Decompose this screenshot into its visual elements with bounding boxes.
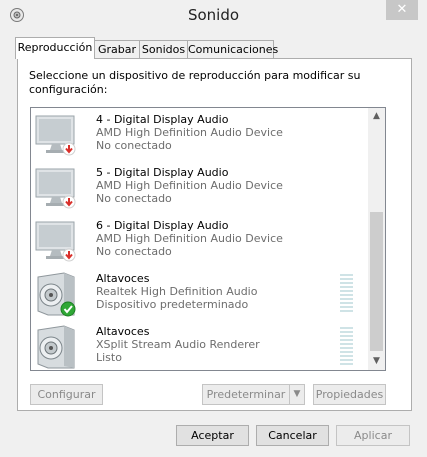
device-status: Listo <box>96 351 122 364</box>
level-meter-segment <box>340 294 353 296</box>
level-meter-segment <box>340 327 353 329</box>
level-meter-segment <box>340 302 353 304</box>
close-button[interactable]: ✕ <box>386 0 418 20</box>
device-status: No conectado <box>96 139 172 152</box>
tab-comunicaciones[interactable]: Comunicaciones <box>187 40 278 58</box>
speaker-device-icon <box>37 272 76 317</box>
device-description: XSplit Stream Audio Renderer <box>96 338 260 351</box>
device-list[interactable]: 4 - Digital Display Audio AMD High Defin… <box>30 107 386 371</box>
device-description: AMD High Definition Audio Device <box>96 179 283 192</box>
level-meter-segment <box>340 290 353 292</box>
scroll-up-arrow[interactable]: ▲ <box>368 108 385 125</box>
tab-reproduccion[interactable]: Reproducción <box>15 37 95 59</box>
accept-button[interactable]: Aceptar <box>176 425 249 446</box>
scroll-down-arrow[interactable]: ▼ <box>368 353 385 370</box>
list-item[interactable]: 5 - Digital Display Audio AMD High Defin… <box>31 163 365 216</box>
scroll-thumb[interactable] <box>370 212 383 351</box>
device-status: Dispositivo predeterminado <box>96 298 249 311</box>
level-meter <box>340 327 353 367</box>
level-meter-segment <box>340 274 353 276</box>
tab-sonidos[interactable]: Sonidos <box>139 40 188 58</box>
list-item[interactable]: 6 - Digital Display Audio AMD High Defin… <box>31 216 365 269</box>
list-item[interactable]: Altavoces XSplit Stream Audio Renderer L… <box>31 322 365 370</box>
title-bar: Sonido ✕ <box>0 0 427 30</box>
level-meter <box>340 274 353 314</box>
level-meter-segment <box>340 282 353 284</box>
level-meter-segment <box>340 343 353 345</box>
apply-button[interactable]: Aplicar <box>336 425 410 446</box>
list-item[interactable]: Altavoces Realtek High Definition Audio … <box>31 269 365 322</box>
level-meter-segment <box>340 306 353 308</box>
level-meter-segment <box>340 351 353 353</box>
device-name: Altavoces <box>96 325 150 338</box>
device-description: Realtek High Definition Audio <box>96 285 258 298</box>
level-meter-segment <box>340 363 353 365</box>
scrollbar[interactable]: ▲ ▼ <box>368 108 385 370</box>
device-name: Altavoces <box>96 272 150 285</box>
set-default-button[interactable]: Predeterminar <box>202 384 290 405</box>
level-meter-segment <box>340 359 353 361</box>
monitor-icon <box>35 221 76 262</box>
tab-grabar[interactable]: Grabar <box>94 40 140 58</box>
level-meter-segment <box>340 310 353 312</box>
level-meter-segment <box>340 335 353 337</box>
level-meter-segment <box>340 339 353 341</box>
tab-panel: Seleccione un dispositivo de reproducció… <box>17 58 412 411</box>
device-name: 5 - Digital Display Audio <box>96 166 229 179</box>
set-default-dropdown[interactable]: ▼ <box>289 384 305 405</box>
chevron-down-icon: ▼ <box>293 389 301 399</box>
properties-button[interactable]: Propiedades <box>313 384 386 405</box>
device-description: AMD High Definition Audio Device <box>96 232 283 245</box>
level-meter-segment <box>340 331 353 333</box>
device-description: AMD High Definition Audio Device <box>96 126 283 139</box>
close-icon: ✕ <box>396 2 408 17</box>
list-item[interactable]: 4 - Digital Display Audio AMD High Defin… <box>31 110 365 163</box>
window-title: Sonido <box>187 6 240 24</box>
device-name: 6 - Digital Display Audio <box>96 219 229 232</box>
level-meter-segment <box>340 347 353 349</box>
level-meter-segment <box>340 355 353 357</box>
cancel-button[interactable]: Cancelar <box>256 425 329 446</box>
instructions-text: Seleccione un dispositivo de reproducció… <box>29 69 361 96</box>
speaker-device-icon <box>37 325 75 369</box>
device-status: No conectado <box>96 192 172 205</box>
level-meter-segment <box>340 298 353 300</box>
configure-button[interactable]: Configurar <box>30 384 103 405</box>
device-name: 4 - Digital Display Audio <box>96 113 229 126</box>
level-meter-segment <box>340 286 353 288</box>
monitor-icon <box>35 168 76 209</box>
level-meter-segment <box>340 278 353 280</box>
device-status: No conectado <box>96 245 172 258</box>
monitor-icon <box>35 115 76 156</box>
